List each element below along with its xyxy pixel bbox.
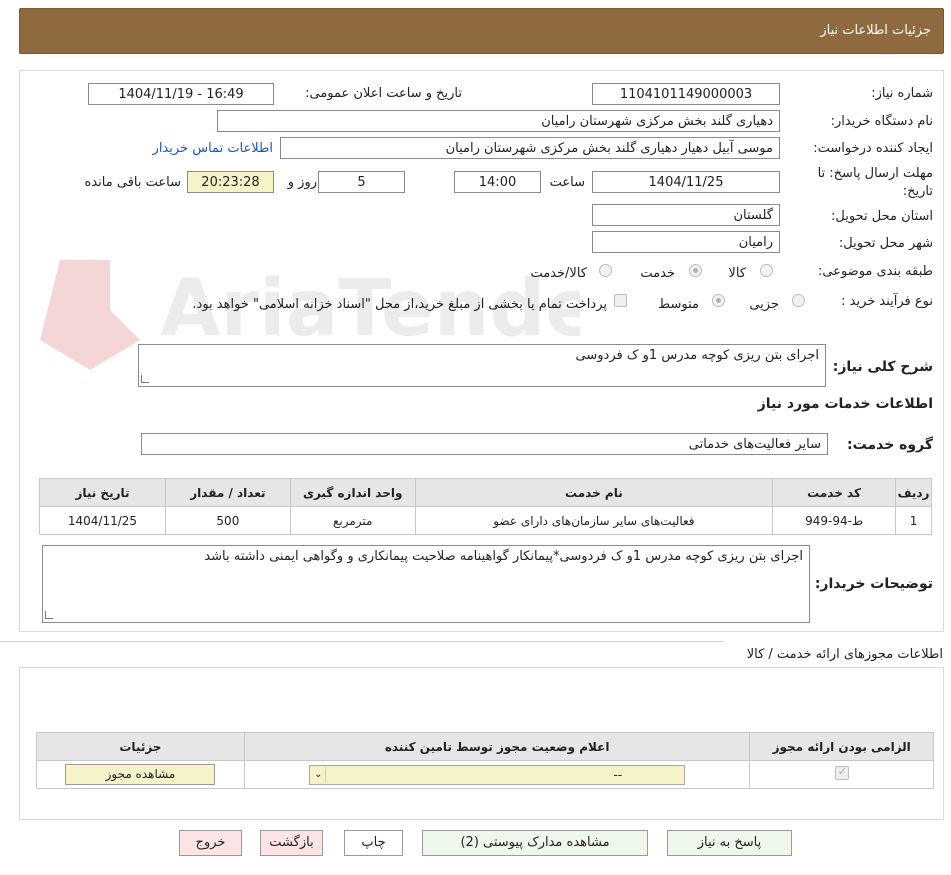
col-qty: تعداد / مقدار bbox=[164, 478, 291, 507]
page-title: جزئیات اطلاعات نیاز bbox=[820, 23, 931, 38]
cell-permit-details: مشاهده مجوز bbox=[36, 760, 245, 789]
category-goods-radio[interactable] bbox=[760, 264, 773, 277]
process-minor-label: جزیی bbox=[749, 297, 779, 312]
permits-table: الزامی بودن ارائه مجوز اعلام وضعیت مجوز … bbox=[36, 732, 934, 789]
days-remaining-field: 5 bbox=[318, 171, 405, 193]
buyer-org-label: نام دستگاه خریدار: bbox=[830, 114, 933, 129]
deadline-time-field: 14:00 bbox=[454, 171, 541, 193]
reply-button[interactable]: پاسخ به نیاز bbox=[667, 830, 792, 856]
process-medium-label: متوسط bbox=[658, 297, 699, 312]
treasury-payment-note: پرداخت تمام یا بخشی از مبلغ خرید،از محل … bbox=[192, 297, 607, 312]
col-unit: واحد اندازه گیری bbox=[289, 478, 416, 507]
city-field: رامیان bbox=[592, 231, 780, 253]
cell-row: 1 bbox=[895, 506, 932, 535]
col-row: ردیف bbox=[895, 478, 932, 507]
category-both-radio[interactable] bbox=[599, 264, 612, 277]
cell-code: ط-94-949 bbox=[772, 506, 897, 535]
services-section-title: اطلاعات خدمات مورد نیاز bbox=[757, 396, 933, 412]
deadline-date-label: تاریخ: bbox=[902, 184, 933, 199]
back-button[interactable]: بازگشت bbox=[260, 830, 323, 856]
description-textarea[interactable]: اجرای بتن ریزی کوچه مدرس 1و ک فردوسی bbox=[138, 344, 826, 387]
services-table-header: ردیف کد خدمت نام خدمت واحد اندازه گیری ت… bbox=[39, 478, 932, 507]
permit-status-select[interactable]: -- ⌄ bbox=[309, 764, 686, 785]
chevron-down-icon: ⌄ bbox=[311, 766, 327, 783]
category-goods-label: کالا bbox=[728, 266, 746, 281]
service-group-field: سایر فعالیت‌های خدماتی bbox=[141, 433, 828, 455]
announce-label: تاریخ و ساعت اعلان عمومی: bbox=[305, 86, 462, 101]
days-label: روز و bbox=[287, 175, 317, 190]
watermark-shield-icon bbox=[40, 260, 140, 370]
province-field: گلستان bbox=[592, 204, 780, 226]
col-code: کد خدمت bbox=[772, 478, 897, 507]
exit-button[interactable]: خروج bbox=[179, 830, 242, 856]
category-both-label: کالا/خدمت bbox=[530, 266, 587, 281]
process-minor-radio[interactable] bbox=[792, 294, 805, 307]
col-permit-details: جزئیات bbox=[36, 732, 245, 761]
permits-table-header: الزامی بودن ارائه مجوز اعلام وضعیت مجوز … bbox=[36, 732, 934, 761]
remaining-time-field: 20:23:28 bbox=[187, 171, 274, 193]
announce-datetime-field: 1404/11/19 - 16:49 bbox=[88, 83, 274, 105]
deadline-label: مهلت ارسال پاسخ: تا bbox=[817, 166, 933, 181]
buyer-notes-text: اجرای بتن ریزی کوچه مدرس 1و ک فردوسی*پیم… bbox=[204, 549, 803, 564]
resize-handle-icon[interactable] bbox=[45, 611, 53, 619]
buyer-notes-textarea[interactable]: اجرای بتن ریزی کوچه مدرس 1و ک فردوسی*پیم… bbox=[42, 545, 810, 623]
buyer-contact-link[interactable]: اطلاعات تماس خریدار bbox=[153, 141, 273, 156]
need-number-field: 1104101149000003 bbox=[592, 83, 780, 105]
col-date: تاریخ نیاز bbox=[39, 478, 166, 507]
remaining-time-label: ساعت باقی مانده bbox=[84, 175, 181, 190]
process-medium-radio[interactable] bbox=[712, 294, 725, 307]
permit-required-checkbox[interactable]: ✓ bbox=[834, 765, 849, 780]
category-service-radio[interactable] bbox=[689, 264, 702, 277]
service-group-label: گروه خدمت: bbox=[847, 437, 933, 453]
divider bbox=[0, 641, 724, 642]
city-label: شهر محل تحویل: bbox=[838, 236, 933, 251]
buyer-notes-label: توضیحات خریدار: bbox=[814, 576, 933, 592]
cell-qty: 500 bbox=[164, 506, 291, 535]
permits-section-title: اطلاعات مجوزهای ارائه خدمت / کالا bbox=[746, 647, 943, 662]
category-label: طبقه بندی موضوعی: bbox=[817, 264, 933, 279]
table-row: 1 ط-94-949 فعالیت‌های سایر سازمان‌های دا… bbox=[39, 506, 932, 535]
resize-handle-icon[interactable] bbox=[141, 375, 149, 383]
province-label: استان محل تحویل: bbox=[831, 209, 933, 224]
cell-name: فعالیت‌های سایر سازمان‌های دارای عضو bbox=[414, 506, 774, 535]
cell-permit-required: ✓ bbox=[749, 760, 934, 789]
col-name: نام خدمت bbox=[414, 478, 774, 507]
description-label: شرح کلی نیاز: bbox=[832, 359, 933, 375]
treasury-payment-checkbox[interactable] bbox=[614, 294, 627, 307]
creator-field: موسی آبیل دهیار دهیاری گلند بخش مرکزی شه… bbox=[280, 137, 780, 159]
buyer-org-field: دهیاری گلند بخش مرکزی شهرستان رامیان bbox=[217, 110, 780, 132]
description-text: اجرای بتن ریزی کوچه مدرس 1و ک فردوسی bbox=[575, 348, 819, 363]
permit-status-value: -- bbox=[613, 767, 623, 782]
view-permit-button[interactable]: مشاهده مجوز bbox=[65, 764, 216, 785]
table-row: ✓ -- ⌄ مشاهده مجوز bbox=[36, 760, 934, 789]
checkmark-icon: ✓ bbox=[837, 765, 847, 778]
cell-date: 1404/11/25 bbox=[39, 506, 166, 535]
col-permit-status: اعلام وضعیت مجوز توسط تامین کننده bbox=[243, 732, 751, 761]
creator-label: ایجاد کننده درخواست: bbox=[813, 141, 933, 156]
process-label: نوع فرآیند خرید : bbox=[841, 294, 933, 309]
cell-unit: مترمربع bbox=[289, 506, 416, 535]
deadline-date-field: 1404/11/25 bbox=[592, 171, 780, 193]
deadline-time-label: ساعت bbox=[549, 175, 585, 190]
need-number-label: شماره نیاز: bbox=[871, 86, 933, 101]
cell-permit-status: -- ⌄ bbox=[243, 760, 751, 789]
services-table: ردیف کد خدمت نام خدمت واحد اندازه گیری ت… bbox=[39, 478, 932, 535]
col-permit-required: الزامی بودن ارائه مجوز bbox=[749, 732, 934, 761]
category-service-label: خدمت bbox=[640, 266, 675, 281]
print-button[interactable]: چاپ bbox=[344, 830, 403, 856]
attachments-button[interactable]: مشاهده مدارک پیوستی (2) bbox=[422, 830, 648, 856]
page-header: جزئیات اطلاعات نیاز bbox=[19, 8, 944, 54]
